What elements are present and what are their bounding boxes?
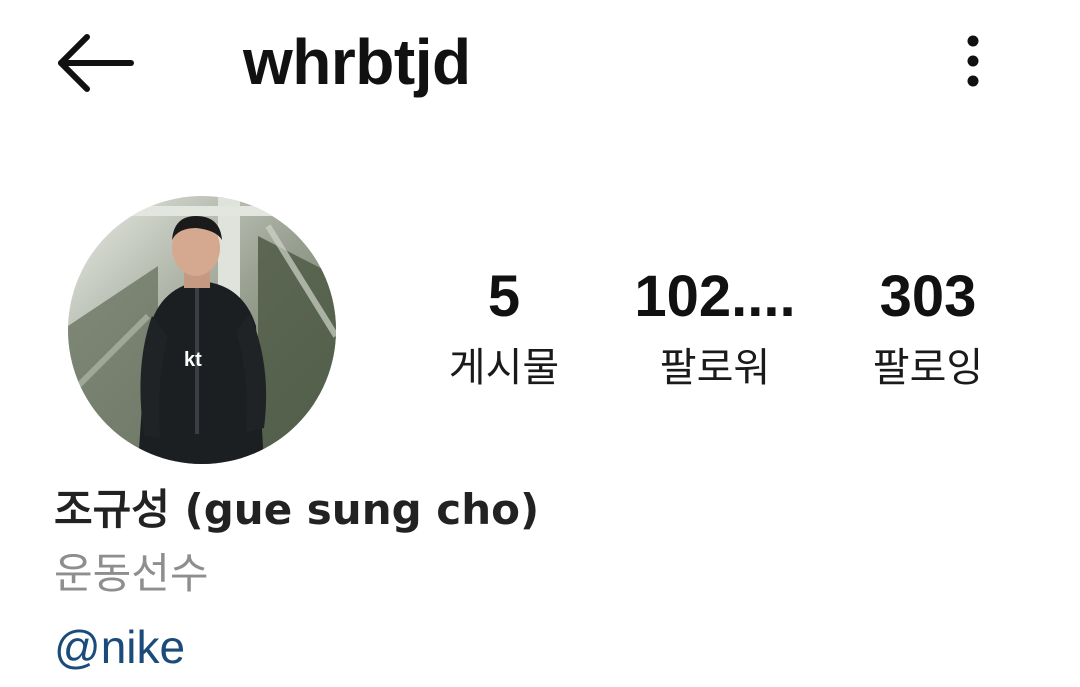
followers-count: 102.... (634, 264, 796, 329)
more-options-button[interactable] (945, 28, 1001, 94)
arrow-left-icon (58, 34, 134, 92)
back-button[interactable] (52, 30, 138, 96)
bio-mention-link[interactable]: @nike (54, 618, 185, 676)
posts-label: 게시물 (448, 345, 560, 391)
profile-username: whrbtjd (243, 26, 471, 98)
svg-text:kt: kt (184, 349, 202, 371)
profile-avatar[interactable]: kt (68, 196, 336, 464)
profile-category: 운동선수 (54, 549, 209, 598)
posts-stat[interactable]: 5 게시물 (394, 262, 614, 394)
profile-display-name: 조규성 (gue sung cho) (54, 485, 540, 534)
following-label: 팔로잉 (872, 345, 984, 391)
top-bar: whrbtjd (0, 0, 1080, 125)
more-vertical-icon (967, 35, 979, 87)
followers-stat[interactable]: 102.... 팔로워 (605, 262, 825, 394)
profile-photo: kt (68, 196, 336, 464)
posts-count: 5 (487, 264, 521, 329)
followers-label: 팔로워 (659, 345, 771, 391)
following-stat[interactable]: 303 팔로잉 (818, 262, 1038, 394)
following-count: 303 (879, 264, 977, 329)
